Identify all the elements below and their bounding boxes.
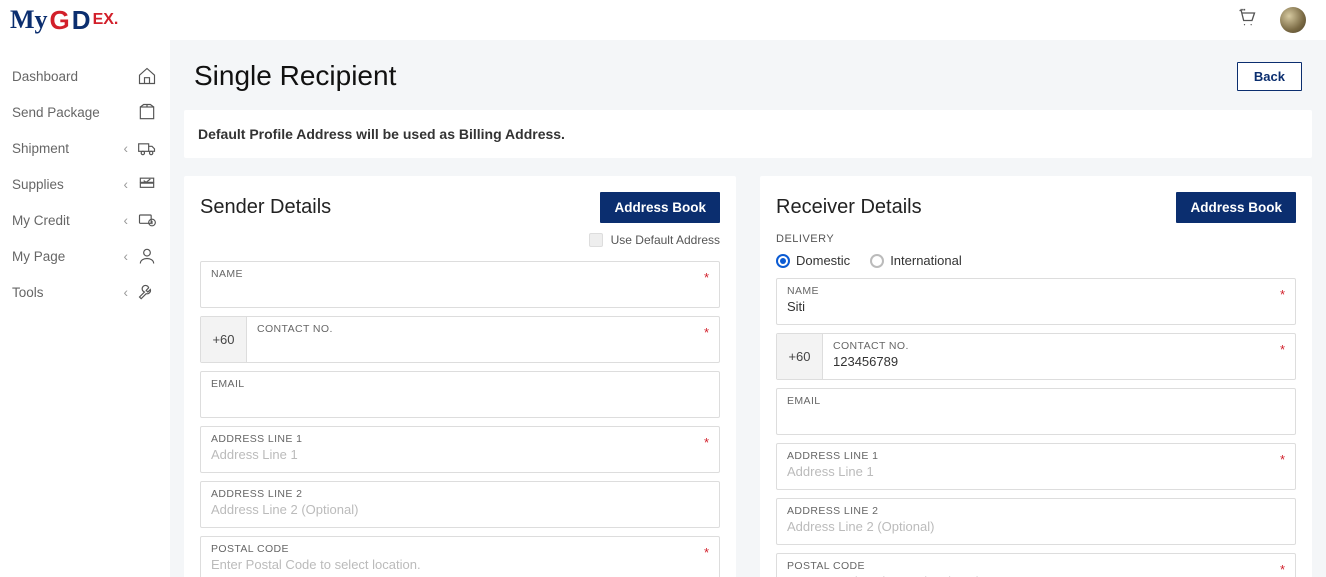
- receiver-address-book-button[interactable]: Address Book: [1176, 192, 1296, 223]
- sender-postal-input[interactable]: [211, 555, 709, 572]
- required-icon: *: [1280, 287, 1285, 302]
- chevron-left-icon: ‹: [124, 213, 129, 228]
- sender-name-input[interactable]: [211, 280, 709, 297]
- sender-addr2-input[interactable]: [211, 500, 709, 517]
- delivery-label: DELIVERY: [776, 233, 1296, 245]
- receiver-addr2-field[interactable]: ADDRESS LINE 2: [776, 498, 1296, 545]
- receiver-contact-input[interactable]: [833, 352, 1285, 369]
- sender-contact-field[interactable]: +60 CONTACT NO. *: [200, 316, 720, 363]
- cart-icon[interactable]: [1236, 8, 1258, 33]
- page-title: Single Recipient: [194, 60, 396, 92]
- receiver-email-input[interactable]: [787, 407, 1285, 424]
- receiver-postal-field[interactable]: POSTAL CODE *: [776, 553, 1296, 577]
- avatar[interactable]: [1280, 7, 1306, 33]
- use-default-label: Use Default Address: [611, 233, 720, 247]
- sidebar-item-label: Supplies: [12, 177, 64, 192]
- receiver-postal-input[interactable]: [787, 572, 1285, 577]
- coin-icon: [134, 210, 160, 230]
- required-icon: *: [1280, 562, 1285, 577]
- main-content: Single Recipient Back Default Profile Ad…: [170, 40, 1326, 577]
- sidebar-item-label: Dashboard: [12, 69, 78, 84]
- receiver-title: Receiver Details: [776, 196, 922, 219]
- phone-prefix[interactable]: +60: [777, 334, 823, 379]
- logo[interactable]: MyGDEX.: [10, 5, 118, 36]
- sidebar-item-supplies[interactable]: Supplies ‹: [12, 166, 160, 202]
- sender-address-book-button[interactable]: Address Book: [600, 192, 720, 223]
- delivery-international-radio[interactable]: International: [870, 253, 962, 268]
- receiver-addr2-input[interactable]: [787, 517, 1285, 534]
- required-icon: *: [704, 325, 709, 340]
- user-icon: [134, 246, 160, 266]
- sidebar-item-label: Shipment: [12, 141, 69, 156]
- sidebar-item-my-credit[interactable]: My Credit ‹: [12, 202, 160, 238]
- receiver-contact-field[interactable]: +60 CONTACT NO. *: [776, 333, 1296, 380]
- sidebar-item-label: My Page: [12, 249, 65, 264]
- delivery-domestic-radio[interactable]: Domestic: [776, 253, 850, 268]
- receiver-addr1-input[interactable]: [787, 462, 1285, 479]
- receiver-addr1-field[interactable]: ADDRESS LINE 1 *: [776, 443, 1296, 490]
- sender-addr1-field[interactable]: ADDRESS LINE 1 *: [200, 426, 720, 473]
- chevron-left-icon: ‹: [124, 249, 129, 264]
- chevron-left-icon: ‹: [124, 177, 129, 192]
- home-icon: [134, 66, 160, 86]
- sender-email-field[interactable]: EMAIL: [200, 371, 720, 418]
- phone-prefix[interactable]: +60: [201, 317, 247, 362]
- sidebar-item-label: My Credit: [12, 213, 70, 228]
- use-default-checkbox[interactable]: [589, 233, 603, 247]
- sidebar-item-label: Tools: [12, 285, 44, 300]
- required-icon: *: [704, 435, 709, 450]
- back-button[interactable]: Back: [1237, 62, 1302, 91]
- sender-postal-field[interactable]: POSTAL CODE *: [200, 536, 720, 577]
- sidebar-item-my-page[interactable]: My Page ‹: [12, 238, 160, 274]
- receiver-name-field[interactable]: NAME *: [776, 278, 1296, 325]
- receiver-email-field[interactable]: EMAIL: [776, 388, 1296, 435]
- required-icon: *: [704, 545, 709, 560]
- sidebar-item-tools[interactable]: Tools ‹: [12, 274, 160, 310]
- receiver-name-input[interactable]: [787, 297, 1285, 314]
- receiver-card: Receiver Details Address Book DELIVERY D…: [760, 176, 1312, 577]
- topbar: MyGDEX.: [0, 0, 1326, 40]
- sidebar-item-label: Send Package: [12, 105, 100, 120]
- sidebar-item-shipment[interactable]: Shipment ‹: [12, 130, 160, 166]
- required-icon: *: [1280, 342, 1285, 357]
- wrench-icon: [134, 282, 160, 302]
- required-icon: *: [704, 270, 709, 285]
- sender-addr1-input[interactable]: [211, 445, 709, 462]
- stack-icon: [134, 174, 160, 194]
- sender-name-field[interactable]: NAME *: [200, 261, 720, 308]
- sidebar: Dashboard Send Package Shipment ‹ Suppli…: [0, 40, 170, 577]
- chevron-left-icon: ‹: [124, 141, 129, 156]
- required-icon: *: [1280, 452, 1285, 467]
- truck-icon: [134, 138, 160, 158]
- sender-contact-input[interactable]: [257, 335, 709, 352]
- sender-card: Sender Details Address Book Use Default …: [184, 176, 736, 577]
- sidebar-item-dashboard[interactable]: Dashboard: [12, 58, 160, 94]
- sender-email-input[interactable]: [211, 390, 709, 407]
- sidebar-item-send-package[interactable]: Send Package: [12, 94, 160, 130]
- sender-addr2-field[interactable]: ADDRESS LINE 2: [200, 481, 720, 528]
- chevron-left-icon: ‹: [124, 285, 129, 300]
- package-icon: [134, 102, 160, 122]
- sender-title: Sender Details: [200, 196, 331, 219]
- billing-notice: Default Profile Address will be used as …: [184, 110, 1312, 158]
